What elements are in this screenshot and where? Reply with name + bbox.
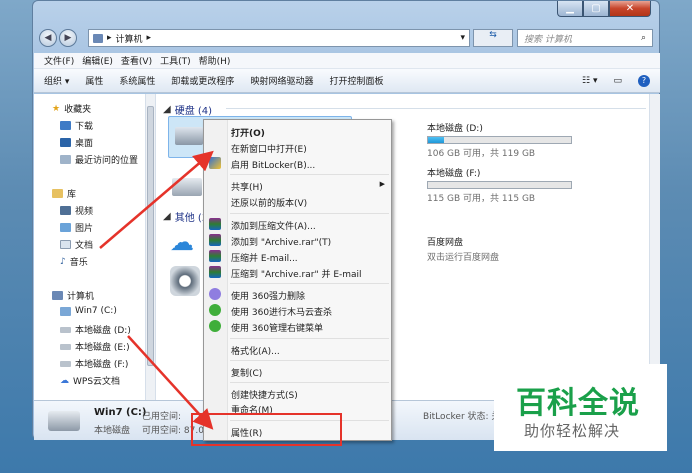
brand-title: 百科全说: [516, 386, 640, 421]
annotation-arrow-up: [99, 150, 214, 249]
brand-watermark: 百科全说 助你轻松解决: [494, 364, 667, 451]
highlight-box: [191, 413, 342, 446]
brand-subtitle: 助你轻松解决: [524, 422, 621, 440]
